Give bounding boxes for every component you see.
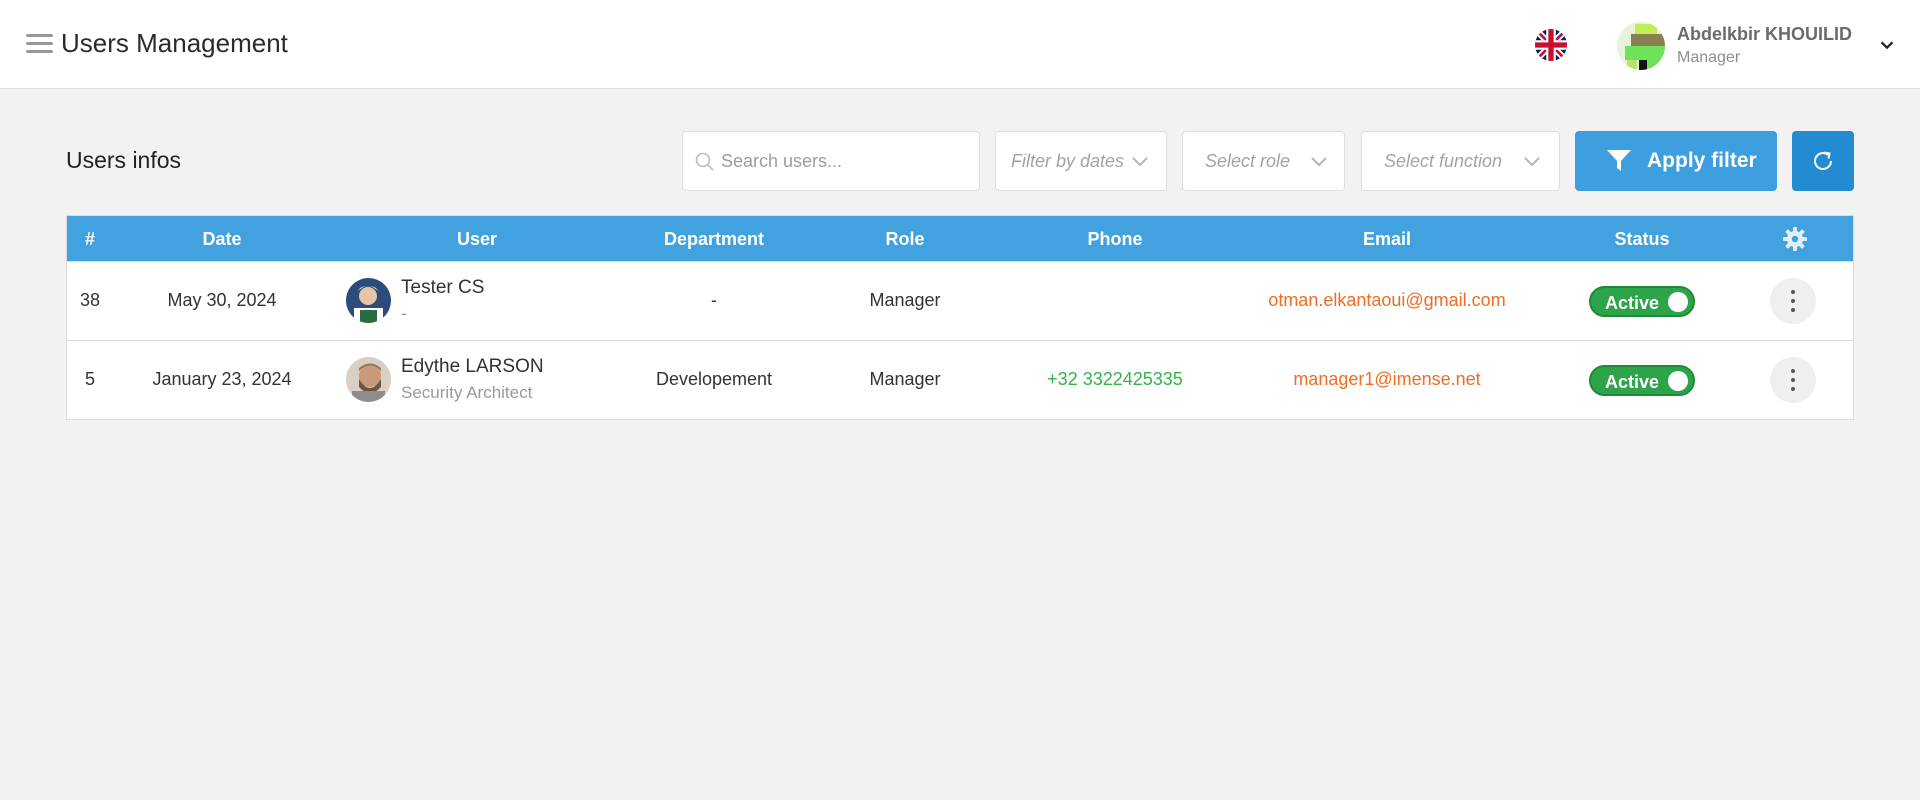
status-toggle[interactable]: Active bbox=[1589, 365, 1695, 396]
kebab-icon[interactable] bbox=[1770, 278, 1816, 324]
profile-name: Abdelkbir KHOUILID bbox=[1677, 24, 1853, 44]
chevron-down-icon bbox=[1311, 157, 1327, 167]
select-role[interactable]: Select role bbox=[1182, 131, 1345, 191]
column-header: Email bbox=[1362, 229, 1412, 249]
column-header: Department bbox=[663, 229, 765, 249]
row-id: 5 bbox=[84, 369, 96, 389]
select-role-label: Select role bbox=[1205, 151, 1291, 171]
user-cell: Edythe LARSON Security Architect bbox=[346, 356, 606, 404]
column-header: Status bbox=[1614, 229, 1670, 249]
search-icon bbox=[695, 152, 714, 171]
gear-icon[interactable] bbox=[1783, 227, 1807, 251]
chevron-down-icon bbox=[1132, 157, 1148, 167]
table-row: 5 January 23, 2024 Edythe LARSON Securit… bbox=[67, 340, 1853, 419]
user-function: - bbox=[401, 304, 407, 323]
user-cell: Tester CS - bbox=[346, 277, 606, 325]
user-name: Edythe LARSON bbox=[401, 356, 544, 377]
avatar bbox=[1617, 22, 1665, 70]
kebab-icon[interactable] bbox=[1770, 357, 1816, 403]
select-function-label: Select function bbox=[1384, 151, 1503, 171]
row-department: - bbox=[711, 290, 717, 310]
status-label: Active bbox=[1605, 293, 1660, 313]
toggle-knob bbox=[1668, 292, 1688, 312]
row-role: Manager bbox=[869, 369, 941, 389]
chevron-down-icon[interactable] bbox=[1878, 36, 1896, 54]
column-header: User bbox=[456, 229, 498, 249]
avatar bbox=[346, 357, 391, 402]
top-bar: Users Management Abdelkbir KHOUILID Mana… bbox=[0, 0, 1920, 89]
row-phone: +32 3322425335 bbox=[1047, 369, 1183, 389]
filter-dates-label: Filter by dates bbox=[1011, 151, 1125, 171]
table-header: # Date User Department Role Phone Email … bbox=[67, 216, 1853, 261]
page-title: Users Management bbox=[61, 28, 288, 58]
status-label: Active bbox=[1605, 372, 1660, 392]
avatar bbox=[346, 278, 391, 323]
row-date: May 30, 2024 bbox=[167, 290, 277, 310]
status-toggle[interactable]: Active bbox=[1589, 286, 1695, 317]
apply-filter-label: Apply filter bbox=[1647, 149, 1757, 172]
refresh-icon bbox=[1814, 151, 1833, 170]
row-role: Manager bbox=[869, 290, 941, 310]
search-box bbox=[682, 131, 980, 191]
search-input[interactable] bbox=[721, 132, 971, 190]
column-header: Phone bbox=[1087, 229, 1143, 249]
user-name: Tester CS bbox=[401, 277, 485, 298]
toggle-knob bbox=[1668, 371, 1688, 391]
row-department: Developement bbox=[655, 369, 773, 389]
funnel-icon bbox=[1607, 150, 1631, 171]
user-profile-menu[interactable]: Abdelkbir KHOUILID Manager bbox=[1617, 22, 1897, 70]
chevron-down-icon bbox=[1524, 157, 1540, 167]
row-id: 38 bbox=[79, 290, 101, 310]
row-date: January 23, 2024 bbox=[152, 369, 292, 389]
row-email[interactable]: manager1@imense.net bbox=[1293, 369, 1480, 390]
table-row: 38 May 30, 2024 Tester CS - - Manager ot… bbox=[67, 261, 1853, 340]
column-header: # bbox=[84, 229, 96, 249]
uk-flag-icon[interactable] bbox=[1535, 29, 1567, 61]
filter-dates-select[interactable]: Filter by dates bbox=[995, 131, 1167, 191]
profile-role: Manager bbox=[1677, 49, 1741, 66]
row-email[interactable]: otman.elkantaoui@gmail.com bbox=[1268, 290, 1505, 311]
refresh-button[interactable] bbox=[1792, 131, 1854, 191]
column-header: Date bbox=[202, 229, 242, 249]
section-title: Users infos bbox=[66, 147, 182, 173]
column-header: Role bbox=[885, 229, 925, 249]
users-table: # Date User Department Role Phone Email … bbox=[66, 215, 1854, 420]
user-function: Security Architect bbox=[401, 383, 533, 402]
apply-filter-button[interactable]: Apply filter bbox=[1575, 131, 1777, 191]
select-function[interactable]: Select function bbox=[1361, 131, 1560, 191]
hamburger-icon[interactable] bbox=[26, 34, 53, 56]
